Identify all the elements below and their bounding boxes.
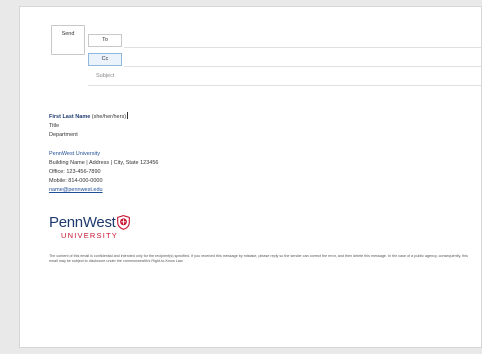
- signature-pronouns: (she/her/hers): [91, 114, 127, 120]
- signature-office: Office: 123-456-7890: [49, 169, 101, 176]
- subject-label: Subject: [96, 73, 115, 79]
- signature-title: Title: [49, 123, 60, 130]
- signature-name-line: First Last Name (she/her/hers): [49, 112, 158, 122]
- to-field[interactable]: [124, 47, 481, 48]
- cc-field[interactable]: [124, 66, 481, 67]
- signature-name: First Last Name: [49, 114, 91, 120]
- signature-mobile: Mobile: 814-000-0000: [49, 178, 103, 185]
- signature-address: Building Name | Address | City, State 12…: [49, 159, 159, 166]
- confidentiality-disclaimer: The content of this email is confidentia…: [49, 254, 468, 264]
- logo-wordmark: PennWest: [49, 214, 116, 231]
- logo-subtitle: UNIVERSITY: [61, 231, 119, 240]
- to-button[interactable]: To: [88, 34, 122, 47]
- pennwest-logo: PennWest UNIVERSITY: [49, 214, 130, 245]
- email-body[interactable]: First Last Name (she/her/hers) Title Dep…: [49, 112, 158, 196]
- subject-field[interactable]: [88, 85, 481, 86]
- signature-department: Department: [49, 132, 78, 139]
- signature-email-link[interactable]: name@pennwest.edu: [49, 186, 158, 195]
- cc-button[interactable]: Cc: [88, 53, 122, 66]
- compose-window: · · Send To Cc Subject First Last Name (…: [19, 6, 482, 348]
- text-cursor: [126, 112, 128, 119]
- send-button[interactable]: Send: [51, 25, 85, 55]
- shield-icon: [117, 215, 130, 230]
- signature-university: PennWest University: [49, 150, 100, 157]
